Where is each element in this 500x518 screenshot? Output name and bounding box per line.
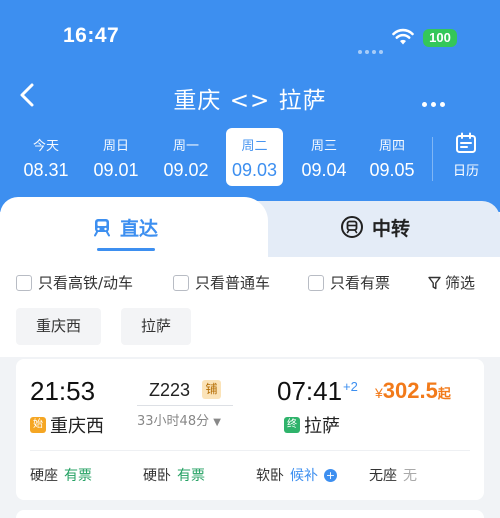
transfer-icon <box>340 216 363 238</box>
route-line <box>137 405 233 406</box>
card-divider <box>30 450 470 451</box>
to-station-name: 拉萨 <box>304 416 340 437</box>
header-area: 16:47 100 重庆 <> 拉萨 今天 08.31 周日 09.01 周一 … <box>0 0 500 212</box>
funnel-icon <box>428 276 441 289</box>
battery-indicator: 100 <box>423 29 457 47</box>
plus-circle-icon: + <box>324 468 337 482</box>
seat-type: 硬座 <box>30 468 58 484</box>
arrive-time: 07:41 <box>277 376 343 406</box>
date-item[interactable]: 周四 09.05 <box>362 128 422 186</box>
date-value: 08.31 <box>23 160 69 180</box>
date-value: 09.04 <box>301 160 347 180</box>
date-item[interactable]: 周一 09.02 <box>156 128 216 186</box>
signal-dots-icon <box>358 39 386 58</box>
seat-type: 软卧 <box>256 468 284 484</box>
date-selector: 今天 08.31 周日 09.01 周一 09.02 周二 09.03 周三 0… <box>12 128 432 186</box>
date-item[interactable]: 周三 09.04 <box>294 128 354 186</box>
filter-normal-label: 只看普通车 <box>195 274 271 292</box>
caret-down-icon: ▼ <box>213 417 221 428</box>
date-item-selected[interactable]: 周二 09.03 <box>226 128 283 186</box>
end-tag: 终 <box>284 417 300 433</box>
filter-row: 只看高铁/动车 只看普通车 只看有票 筛选 <box>16 272 486 292</box>
price: ¥302.5起 <box>375 378 451 404</box>
date-value: 09.05 <box>369 160 415 180</box>
berth-badge: 铺 <box>202 380 221 399</box>
date-weekday: 周二 <box>241 139 268 154</box>
nav-bar: 重庆 <> 拉萨 <box>0 70 500 124</box>
price-suffix: 起 <box>437 386 451 401</box>
seat-soft-sleeper[interactable]: 软卧 候补 + <box>256 465 337 485</box>
station-chip-origin[interactable]: 重庆西 <box>16 308 102 345</box>
tab-transfer-label: 中转 <box>371 217 410 240</box>
filter-high-speed-checkbox[interactable]: 只看高铁/动车 <box>16 272 133 293</box>
seat-status: 无 <box>403 468 417 484</box>
date-weekday: 周四 <box>378 139 405 154</box>
status-time: 16:47 <box>63 24 120 47</box>
train-number: Z223 <box>149 380 191 400</box>
status-bar: 16:47 100 <box>0 0 500 70</box>
date-value: 09.02 <box>163 160 209 180</box>
date-value: 09.01 <box>93 160 139 180</box>
filter-button[interactable]: 筛选 <box>428 272 475 293</box>
from-station: 始 重庆西 <box>30 412 104 438</box>
seat-hard-sleeper: 硬卧 有票 <box>143 465 205 485</box>
seat-hard-seat: 硬座 有票 <box>30 465 92 485</box>
date-value: 09.03 <box>231 160 278 180</box>
start-tag: 始 <box>30 417 46 433</box>
seat-status: 有票 <box>64 468 92 484</box>
checkbox-box <box>173 274 189 291</box>
train-icon <box>93 219 110 237</box>
checkbox-box <box>308 274 324 291</box>
tab-bar: 直达 中转 <box>0 197 500 257</box>
date-weekday: 周日 <box>102 139 129 154</box>
duration-text: 33小时48分 <box>137 414 210 429</box>
date-item[interactable]: 今天 08.31 <box>16 128 76 186</box>
calendar-button[interactable]: 日历 <box>446 132 486 184</box>
depart-time: 21:53 <box>30 376 96 406</box>
price-value: 302.5 <box>382 378 438 403</box>
duration[interactable]: 33小时48分 ▼ <box>137 410 239 429</box>
from-station-name: 重庆西 <box>50 416 104 437</box>
wifi-icon <box>392 28 414 45</box>
more-icon[interactable] <box>422 92 449 111</box>
filter-normal-checkbox[interactable]: 只看普通车 <box>173 272 270 293</box>
date-item[interactable]: 周日 09.01 <box>86 128 146 186</box>
seat-status: 候补 <box>290 468 318 484</box>
to-station: 终 拉萨 <box>284 412 340 438</box>
checkbox-box <box>16 274 32 291</box>
filter-available-checkbox[interactable]: 只看有票 <box>308 272 390 293</box>
calendar-label: 日历 <box>452 164 479 179</box>
filter-button-label: 筛选 <box>445 274 476 292</box>
filter-available-label: 只看有票 <box>330 274 391 292</box>
day-offset: +2 <box>343 379 358 394</box>
train-card[interactable]: 21:53 Z223 铺 33小时48分 ▼ 07:41 +2 ¥302.5起 … <box>16 359 484 500</box>
tab-direct-label: 直达 <box>119 217 158 240</box>
seat-type: 硬卧 <box>143 468 171 484</box>
seat-type: 无座 <box>369 468 397 484</box>
station-chip-destination[interactable]: 拉萨 <box>121 308 192 345</box>
price-symbol: ¥ <box>375 385 383 401</box>
seat-no-seat: 无座 无 <box>369 465 417 485</box>
filter-high-speed-label: 只看高铁/动车 <box>38 274 134 292</box>
train-card-next[interactable] <box>16 510 484 518</box>
date-weekday: 周一 <box>172 139 199 154</box>
date-weekday: 今天 <box>32 139 59 154</box>
date-weekday: 周三 <box>310 139 337 154</box>
date-divider <box>432 137 433 181</box>
seat-status: 有票 <box>177 468 205 484</box>
calendar-icon <box>456 132 476 153</box>
tab-active-underline <box>97 248 155 251</box>
tab-transfer[interactable]: 中转 <box>250 197 500 257</box>
